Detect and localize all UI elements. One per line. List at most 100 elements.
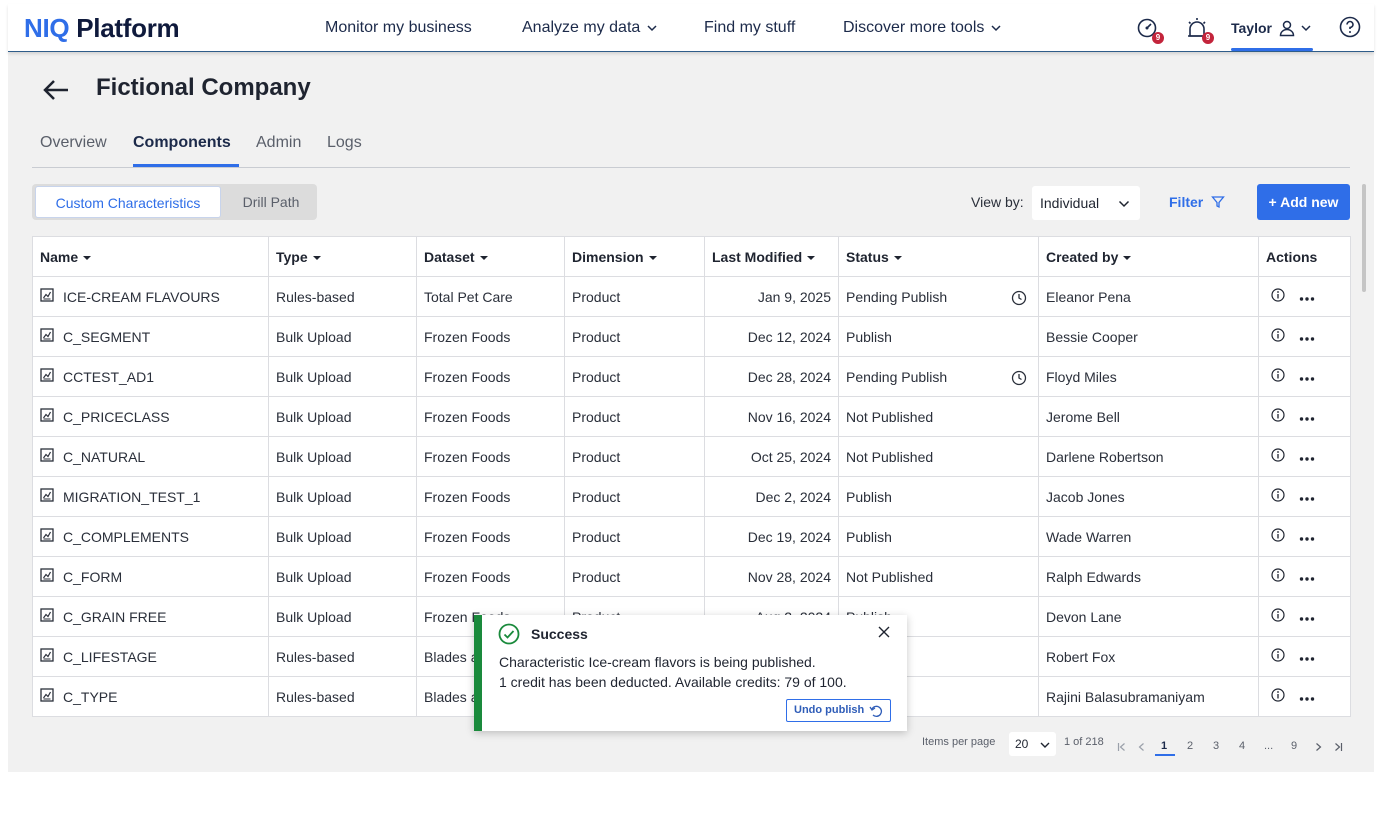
user-menu[interactable]: Taylor <box>1231 4 1312 52</box>
table-row[interactable]: C_NATURAL Bulk Upload Frozen Foods Product O… <box>32 436 1351 477</box>
tab-overview[interactable]: Overview <box>40 134 107 152</box>
back-arrow-icon[interactable] <box>40 74 72 106</box>
cell-name[interactable]: C_PRICECLASS <box>32 396 269 437</box>
column-header-created-by[interactable]: Created by <box>1038 236 1259 277</box>
column-header-name[interactable]: Name <box>32 236 269 277</box>
user-icon <box>1279 20 1295 37</box>
more-options-icon[interactable] <box>1299 289 1315 305</box>
cell-last-modified: Dec 28, 2024 <box>704 356 839 397</box>
sort-caret-icon <box>83 255 92 260</box>
more-options-icon[interactable] <box>1299 689 1315 705</box>
more-options-icon[interactable] <box>1299 449 1315 465</box>
cell-name[interactable]: C_FORM <box>32 556 269 597</box>
niq-logo[interactable]: NIQ Platform <box>24 13 180 44</box>
toast-message-line1: Characteristic Ice-cream flavors is bein… <box>499 654 816 670</box>
table-row[interactable]: ICE-CREAM FLAVOURS Rules-based Total Pet C… <box>32 276 1351 317</box>
alerts-icon[interactable]: 9 <box>1185 16 1214 44</box>
cell-name[interactable]: MIGRATION_TEST_1 <box>32 476 269 517</box>
items-per-page-select[interactable]: 20 <box>1009 732 1056 756</box>
cell-name[interactable]: CCTEST_AD1 <box>32 356 269 397</box>
add-new-button[interactable]: + Add new <box>1257 184 1350 220</box>
more-options-icon[interactable] <box>1299 329 1315 345</box>
characteristic-name: C_FORM <box>63 568 123 585</box>
first-page-icon[interactable] <box>1117 742 1127 752</box>
info-icon[interactable] <box>1271 608 1285 625</box>
table-row[interactable]: C_FORM Bulk Upload Frozen Foods Product Nov … <box>32 556 1351 597</box>
info-icon[interactable] <box>1271 568 1285 585</box>
cell-name[interactable]: C_TYPE <box>32 676 269 717</box>
more-options-icon[interactable] <box>1299 649 1315 665</box>
subtab-custom-characteristics[interactable]: Custom Characteristics <box>35 186 221 218</box>
cell-dimension: Product <box>564 396 705 437</box>
info-icon[interactable] <box>1271 488 1285 505</box>
tab-admin[interactable]: Admin <box>256 134 301 152</box>
cell-type: Bulk Upload <box>268 396 417 437</box>
column-header-dataset[interactable]: Dataset <box>416 236 565 277</box>
more-options-icon[interactable] <box>1299 369 1315 385</box>
cell-name[interactable]: C_NATURAL <box>32 436 269 477</box>
table-row[interactable]: C_COMPLEMENTS Bulk Upload Frozen Foods Prod… <box>32 516 1351 557</box>
close-icon[interactable] <box>878 626 890 638</box>
table-row[interactable]: C_SEGMENT Bulk Upload Frozen Foods Product D… <box>32 316 1351 357</box>
cell-name[interactable]: C_COMPLEMENTS <box>32 516 269 557</box>
active-tab-indicator <box>133 164 239 167</box>
sort-caret-icon <box>312 255 321 260</box>
filter-button[interactable]: Filter <box>1169 194 1226 210</box>
vertical-scrollbar[interactable] <box>1362 184 1366 292</box>
toast-title: Success <box>531 626 588 642</box>
sort-caret-icon <box>479 255 488 260</box>
page-9[interactable]: 9 <box>1291 740 1297 752</box>
page-3[interactable]: 3 <box>1213 740 1219 752</box>
logo-niq: NIQ <box>24 13 70 43</box>
undo-publish-label: Undo publish <box>794 704 865 716</box>
dashboard-gauge-icon[interactable]: 9 <box>1135 16 1164 44</box>
column-header-status[interactable]: Status <box>838 236 1039 277</box>
page-1[interactable]: 1 <box>1161 740 1167 752</box>
cell-name[interactable]: ICE-CREAM FLAVOURS <box>32 276 269 317</box>
undo-publish-button[interactable]: Undo publish <box>786 699 891 722</box>
page-2[interactable]: 2 <box>1187 740 1193 752</box>
nav-find-my-stuff[interactable]: Find my stuff <box>704 4 795 52</box>
table-row[interactable]: CCTEST_AD1 Bulk Upload Frozen Foods Product… <box>32 356 1351 397</box>
nav-find-label: Find my stuff <box>704 19 796 36</box>
chart-icon <box>40 528 54 545</box>
table-row[interactable]: MIGRATION_TEST_1 Bulk Upload Frozen Foods P… <box>32 476 1351 517</box>
last-page-icon[interactable] <box>1333 742 1343 752</box>
info-icon[interactable] <box>1271 688 1285 705</box>
info-icon[interactable] <box>1271 288 1285 305</box>
nav-discover-more-tools[interactable]: Discover more tools <box>843 4 1002 52</box>
nav-analyze-my-data[interactable]: Analyze my data <box>522 4 658 52</box>
info-icon[interactable] <box>1271 528 1285 545</box>
info-icon[interactable] <box>1271 408 1285 425</box>
cell-status: Publish <box>838 516 1039 557</box>
help-icon[interactable] <box>1339 16 1363 40</box>
cell-name[interactable]: C_GRAIN FREE <box>32 596 269 637</box>
column-header-last-modified[interactable]: Last Modified <box>704 236 839 277</box>
more-options-icon[interactable] <box>1299 609 1315 625</box>
tab-logs[interactable]: Logs <box>327 134 362 152</box>
next-page-icon[interactable] <box>1313 742 1323 752</box>
cell-name[interactable]: C_SEGMENT <box>32 316 269 357</box>
more-options-icon[interactable] <box>1299 409 1315 425</box>
tab-components[interactable]: Components <box>133 134 231 152</box>
cell-name[interactable]: C_LIFESTAGE <box>32 636 269 677</box>
cell-dataset: Frozen Foods <box>416 516 565 557</box>
info-icon[interactable] <box>1271 328 1285 345</box>
more-options-icon[interactable] <box>1299 569 1315 585</box>
column-header-dimension[interactable]: Dimension <box>564 236 705 277</box>
previous-page-icon[interactable] <box>1137 742 1147 752</box>
info-icon[interactable] <box>1271 368 1285 385</box>
cell-actions <box>1258 636 1351 677</box>
column-header-type[interactable]: Type <box>268 236 417 277</box>
nav-monitor-my-business[interactable]: Monitor my business <box>325 4 472 52</box>
more-options-icon[interactable] <box>1299 489 1315 505</box>
page-4[interactable]: 4 <box>1239 740 1245 752</box>
cell-actions <box>1258 516 1351 557</box>
info-icon[interactable] <box>1271 648 1285 665</box>
cell-actions <box>1258 556 1351 597</box>
info-icon[interactable] <box>1271 448 1285 465</box>
table-row[interactable]: C_PRICECLASS Bulk Upload Frozen Foods Produ… <box>32 396 1351 437</box>
view-by-select[interactable]: Individual <box>1032 186 1140 220</box>
subtab-drill-path[interactable]: Drill Path <box>228 186 314 218</box>
more-options-icon[interactable] <box>1299 529 1315 545</box>
